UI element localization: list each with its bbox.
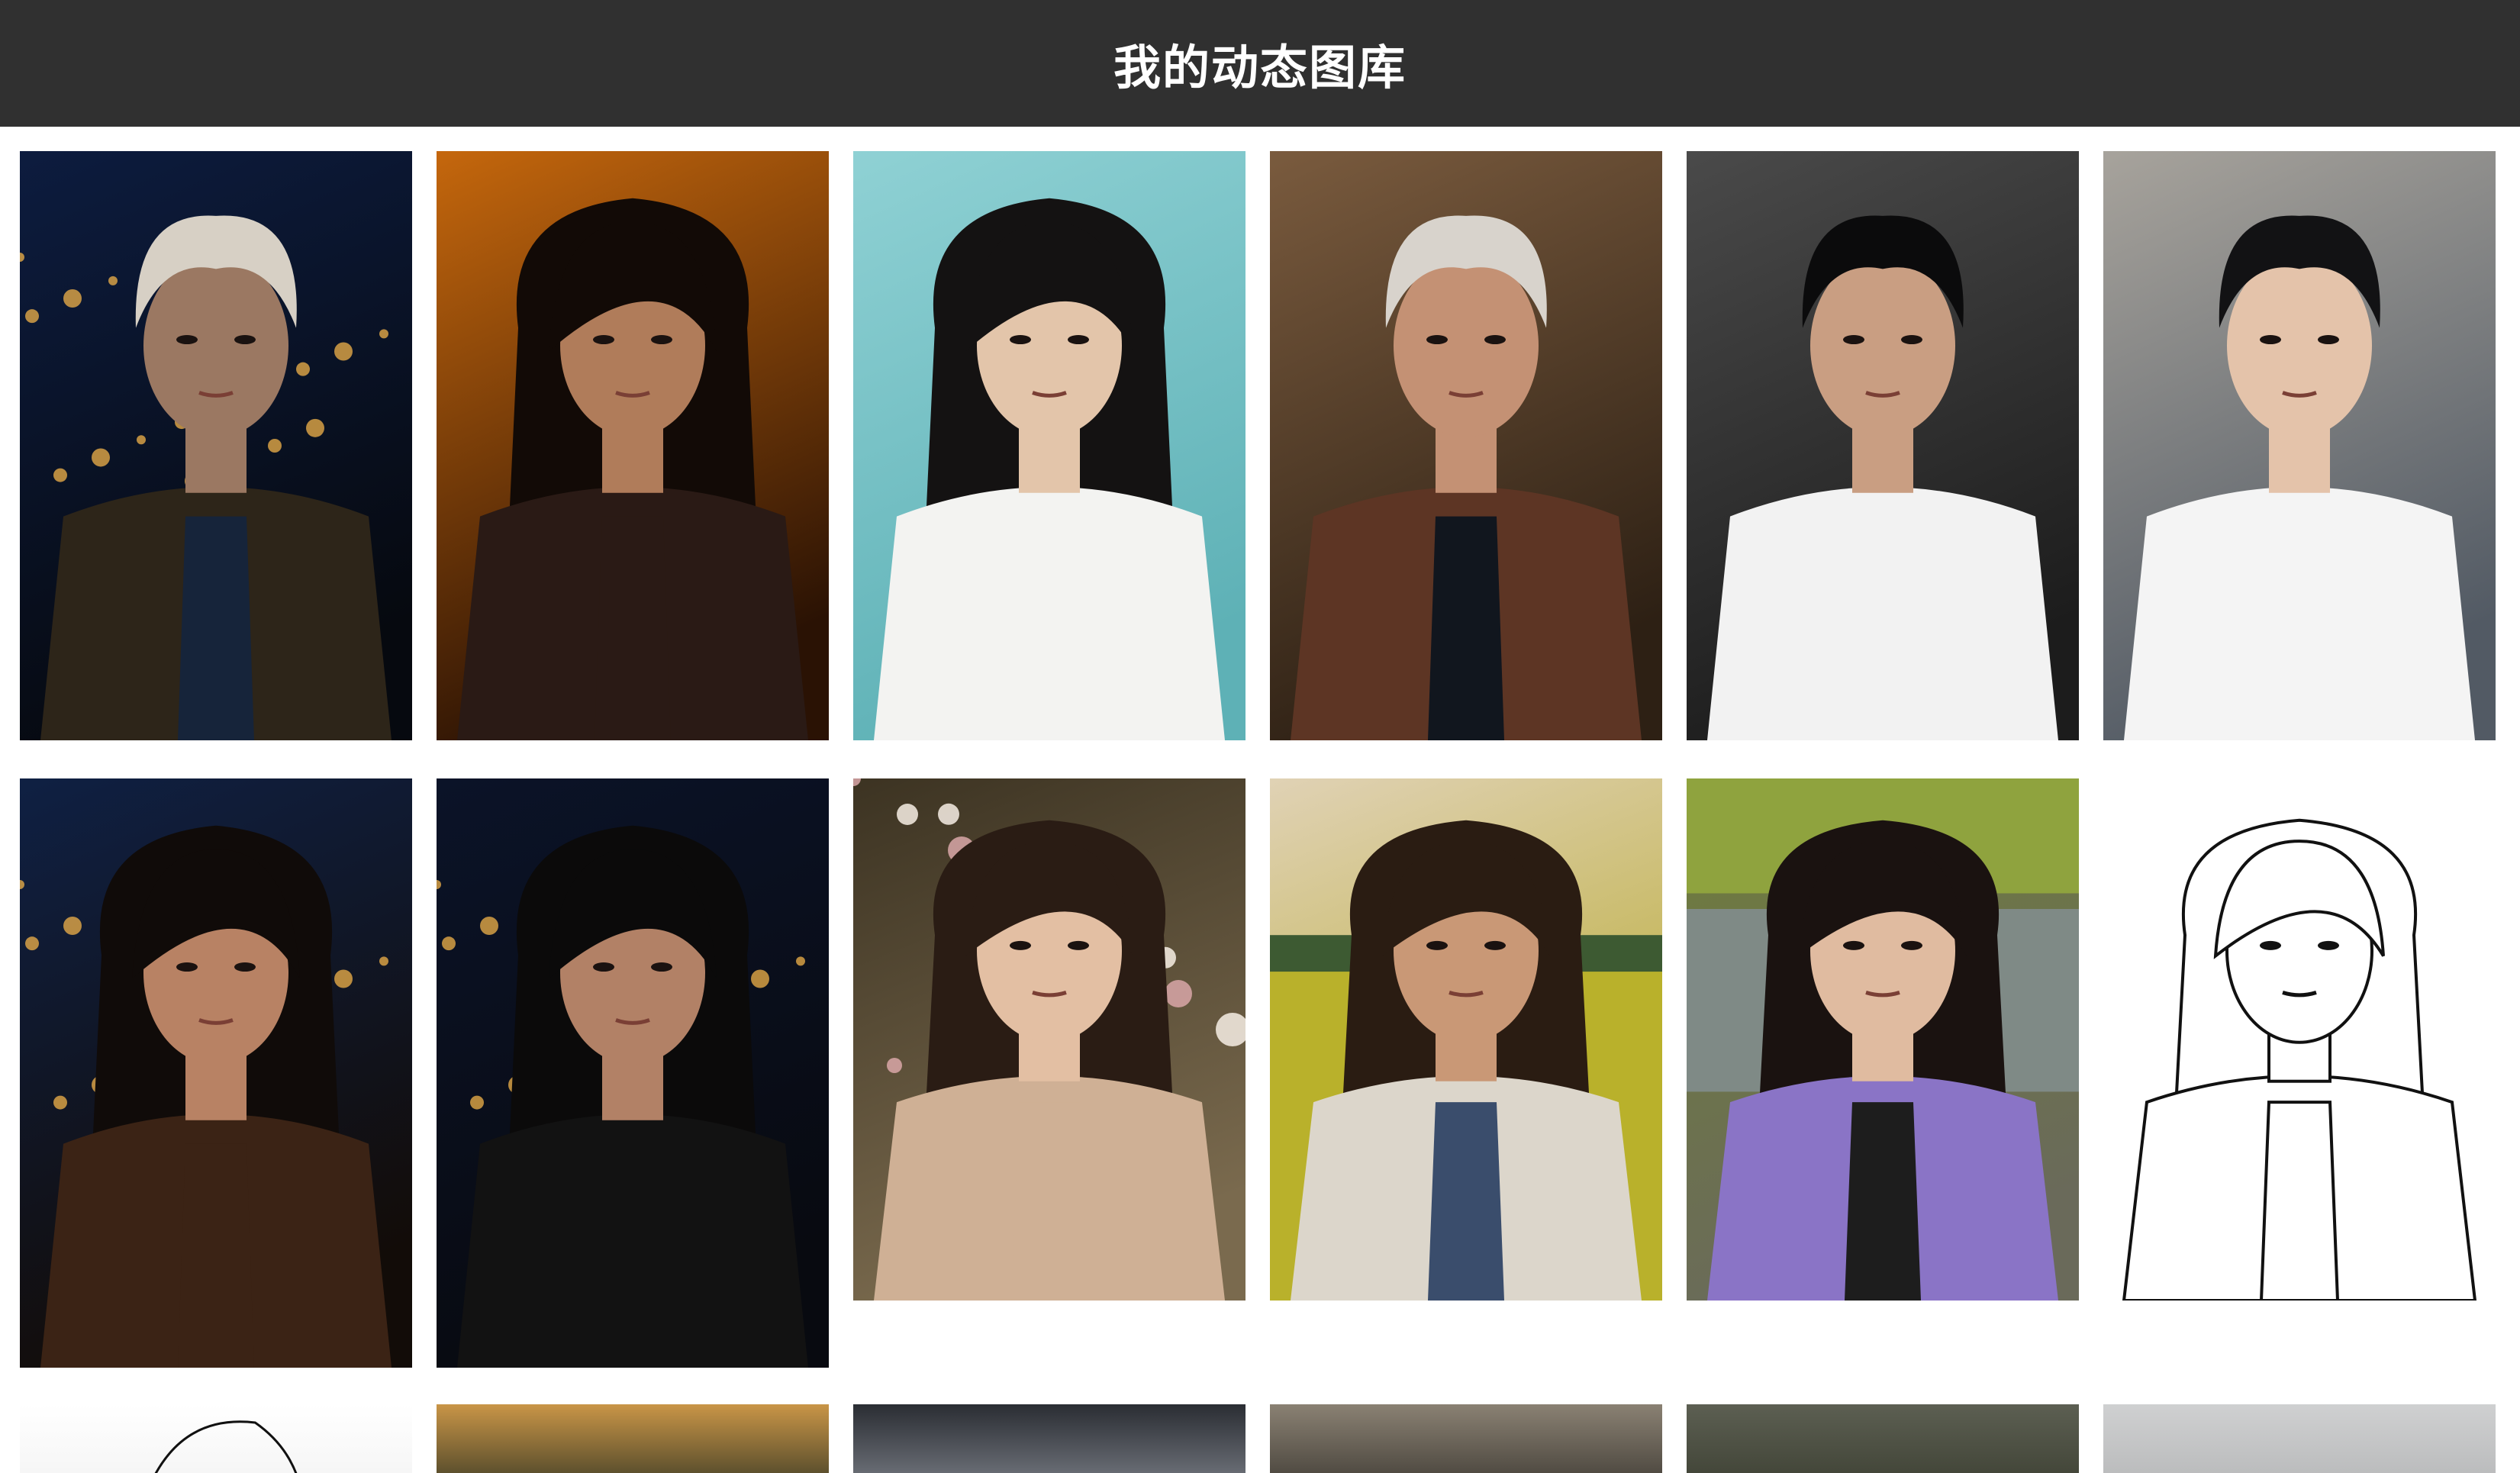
gallery-image-woman-night-bay-photo[interactable] — [437, 778, 829, 1368]
gallery-image-young-man-dark-background-photo[interactable] — [1687, 151, 2079, 740]
gallery-image-sunset-field-bridge-photo[interactable] — [437, 1404, 829, 1473]
woman-orange-shadow-photo-image — [437, 151, 829, 740]
gallery-image-gray-sky-photo[interactable] — [2103, 1404, 2496, 1473]
woman-forest-photo-image — [1687, 1404, 2079, 1473]
old-man-brown-suit-photo-image — [1270, 151, 1662, 740]
gallery-image-woman-city-lights-night-photo[interactable] — [20, 778, 412, 1368]
young-man-dark-background-photo-image — [1687, 151, 2079, 740]
subway-train-interior-photo-image — [853, 1404, 1245, 1473]
gallery-image-woman-purple-jacket-river-photo[interactable] — [1687, 778, 2079, 1301]
man-line-art-sketch-image — [20, 1404, 412, 1473]
woman-blossom-tree-photo-image — [853, 778, 1245, 1301]
woman-city-lights-night-photo-image — [20, 778, 412, 1368]
gallery-image-woman-flowers-sepia-photo[interactable] — [1270, 1404, 1662, 1473]
gallery-image-old-man-night-street-photo[interactable] — [20, 151, 412, 740]
gray-sky-photo-image — [2103, 1404, 2496, 1473]
gallery-image-old-man-brown-suit-photo[interactable] — [1270, 151, 1662, 740]
gallery-image-man-line-art-sketch[interactable] — [20, 1404, 412, 1473]
woman-purple-jacket-river-photo-image — [1687, 778, 2079, 1301]
gallery-image-young-man-white-shirt-photo[interactable] — [2103, 151, 2496, 740]
old-man-night-street-photo-image — [20, 151, 412, 740]
gallery-image-woman-forest-photo[interactable] — [1687, 1404, 2079, 1473]
sunset-field-bridge-photo-image — [437, 1404, 829, 1473]
gallery-image-subway-train-interior-photo[interactable] — [853, 1404, 1245, 1473]
woman-rapeseed-field-photo-image — [1270, 778, 1662, 1301]
woman-night-bay-photo-image — [437, 778, 829, 1368]
young-man-white-shirt-photo-image — [2103, 151, 2496, 740]
girl-white-shirt-teal-wall-photo-image — [853, 151, 1245, 740]
page-title: 我的动态图库 — [1113, 40, 1407, 95]
woman-line-art-sketch-image — [2103, 778, 2496, 1301]
gallery-image-woman-line-art-sketch[interactable] — [2103, 778, 2496, 1301]
woman-flowers-sepia-photo-image — [1270, 1404, 1662, 1473]
gallery-image-woman-orange-shadow-photo[interactable] — [437, 151, 829, 740]
gallery-image-girl-white-shirt-teal-wall-photo[interactable] — [853, 151, 1245, 740]
gallery-image-woman-rapeseed-field-photo[interactable] — [1270, 778, 1662, 1301]
image-gallery-grid[interactable] — [0, 127, 2520, 1473]
app-header: 我的动态图库 — [0, 0, 2520, 127]
gallery-image-woman-blossom-tree-photo[interactable] — [853, 778, 1245, 1301]
